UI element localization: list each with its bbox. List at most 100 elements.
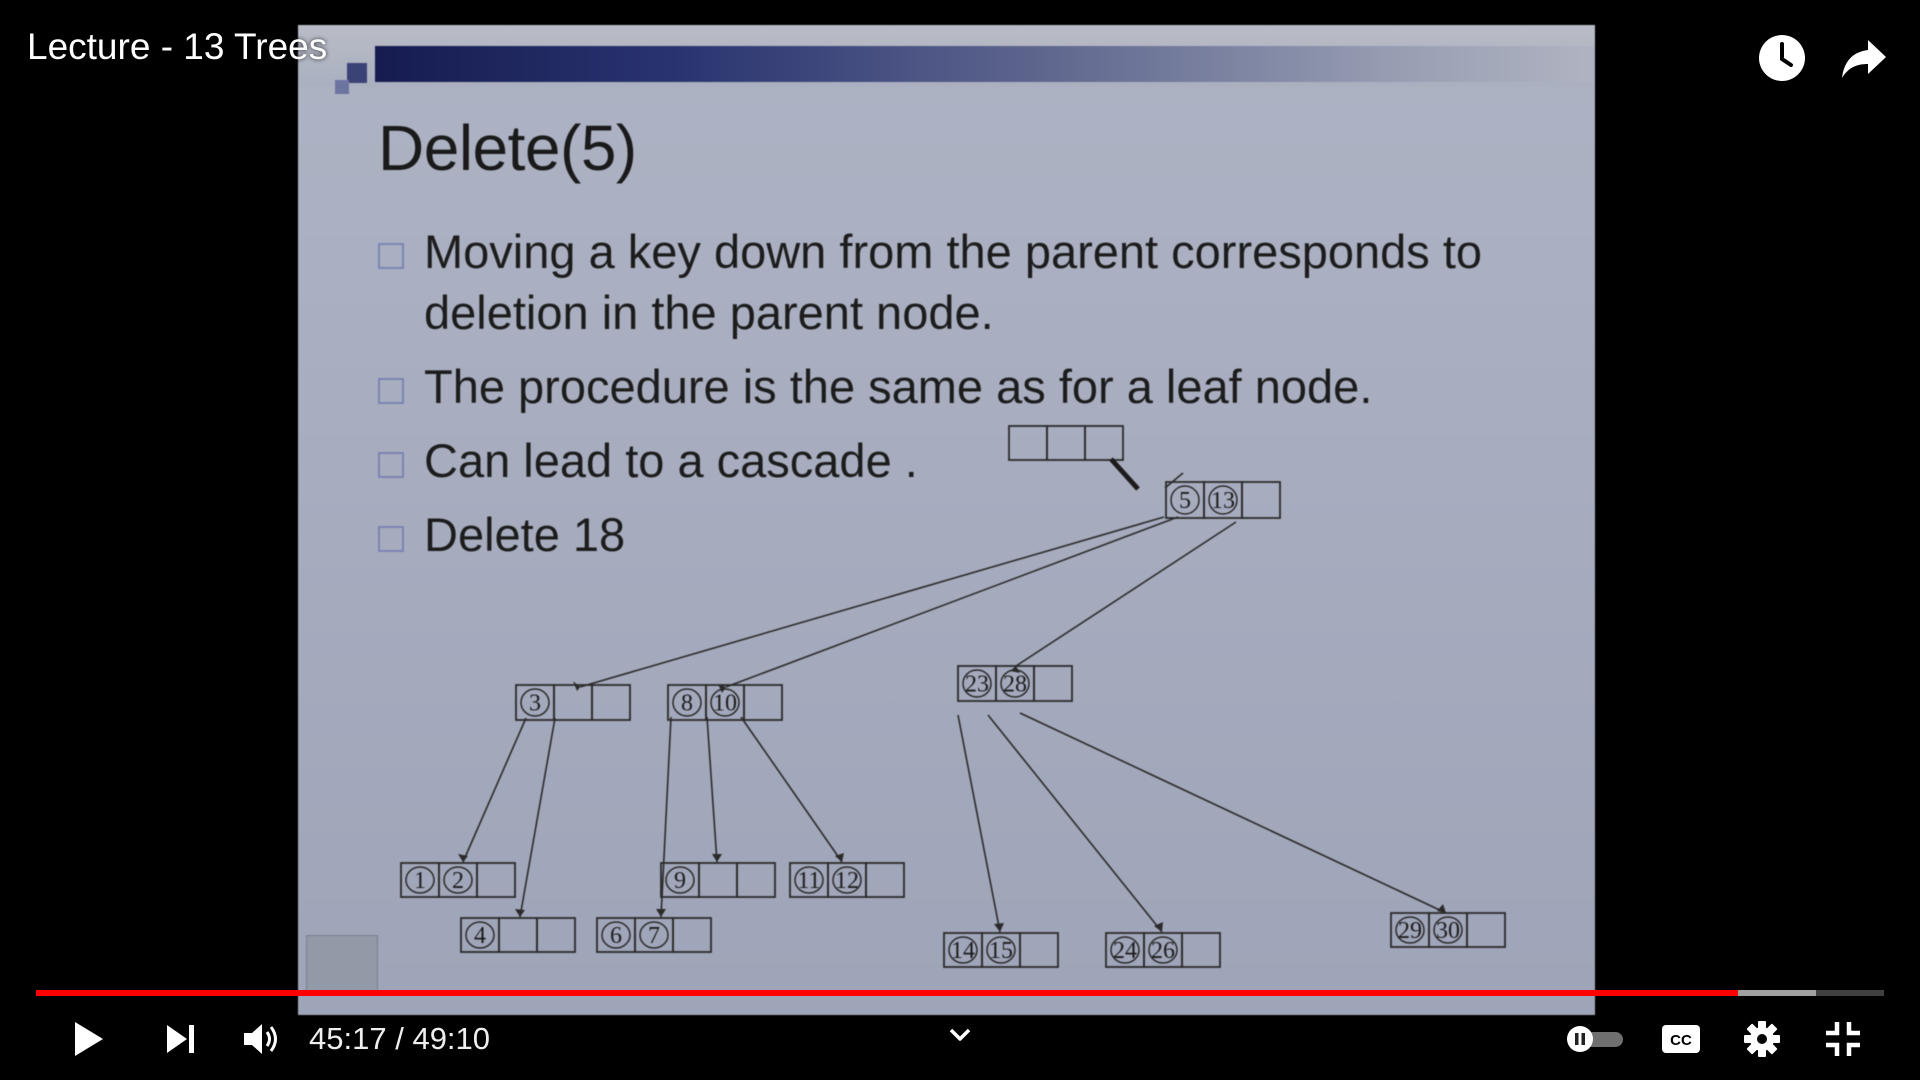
edge [957, 714, 1001, 933]
edge [1015, 521, 1237, 667]
node-cell [1181, 932, 1221, 968]
node-key: 5 [1179, 488, 1191, 514]
node-cell [498, 917, 538, 953]
node-key: 28 [1003, 672, 1027, 698]
node-key: 30 [1436, 918, 1460, 944]
chapters-button[interactable] [946, 1022, 974, 1048]
node-cell [1241, 481, 1281, 519]
edge [725, 516, 1179, 688]
exit-fullscreen-button[interactable] [1822, 1018, 1864, 1060]
node-cell [1466, 912, 1506, 948]
node-cell [736, 862, 776, 898]
node-cell [865, 862, 905, 898]
play-icon [75, 1022, 103, 1056]
node-key: 6 [610, 923, 622, 949]
gear-icon [1744, 1021, 1780, 1057]
node-key: 2 [452, 868, 464, 894]
pointer-arrow [1109, 457, 1140, 491]
node-key: 15 [989, 938, 1013, 964]
node-key: 3 [529, 691, 541, 717]
arrowhead [515, 909, 525, 917]
arrowhead [573, 681, 580, 691]
arrowhead [994, 923, 1004, 932]
leaf-node: 9 [660, 862, 776, 898]
node-cell [1019, 932, 1059, 968]
edge [1019, 712, 1447, 914]
node-cell [553, 684, 593, 721]
node-key: 9 [674, 868, 686, 894]
node-key: 23 [965, 672, 989, 698]
node-key: 8 [681, 691, 693, 717]
edge [740, 716, 843, 863]
progress-played [36, 990, 1738, 996]
node-key: 7 [648, 923, 660, 949]
node-cell [672, 917, 712, 953]
edge [579, 516, 1165, 688]
leaf-node: 4 [460, 917, 576, 953]
edge [462, 717, 527, 863]
clock-icon[interactable] [1756, 32, 1808, 84]
edge [660, 716, 672, 918]
node-cell [1033, 665, 1073, 702]
duration: 49:10 [412, 1021, 491, 1056]
arrowhead [712, 854, 722, 862]
node-key: 4 [474, 923, 486, 949]
next-button[interactable] [160, 1018, 202, 1060]
edge [706, 716, 718, 863]
edge [519, 717, 556, 918]
mute-button[interactable] [240, 1018, 282, 1060]
autoplay-toggle[interactable] [1563, 1024, 1627, 1054]
edge-arrowheads [458, 666, 1446, 932]
leaf-node: 29 30 [1390, 912, 1506, 948]
current-time: 45:17 [309, 1021, 387, 1056]
settings-button[interactable] [1741, 1018, 1783, 1060]
node-cell [698, 862, 738, 898]
edge [987, 714, 1163, 933]
leaf-node: 12 [400, 862, 516, 898]
node-key: 14 [951, 938, 975, 964]
leaf-node: 11 12 [789, 862, 905, 898]
arrowhead [656, 909, 666, 917]
node-key: 24 [1113, 938, 1137, 964]
leaf-node: 14 15 [943, 932, 1059, 968]
tree-nodes: 5 133 8 1023 281 24 6 79 11 1214 15 24 2629 30 [400, 425, 1506, 968]
tree-edges [462, 472, 1447, 933]
node-key: 1 [414, 868, 426, 894]
time-display: 45:17 / 49:10 [309, 1021, 490, 1057]
node-cell [536, 917, 576, 953]
node-cell [476, 862, 516, 898]
exit-fullscreen-icon [1826, 1022, 1860, 1056]
node-key: 26 [1151, 938, 1175, 964]
captions-button[interactable]: CC [1660, 1022, 1702, 1056]
node-cell [1084, 425, 1124, 461]
captions-icon: CC [1662, 1025, 1700, 1053]
b-tree-diagram: 5 133 8 1023 281 24 6 79 11 1214 15 24 2629 30 [400, 425, 1506, 968]
video-player[interactable]: Delete(5) Moving a key down from the par… [0, 0, 1920, 1080]
chevron-down-icon [949, 1028, 971, 1041]
progress-bar[interactable] [36, 990, 1884, 996]
node-key: 13 [1211, 488, 1235, 514]
leaf-node: 24 26 [1105, 932, 1221, 968]
node-key: 12 [835, 868, 859, 894]
volume-icon [244, 1024, 277, 1054]
video-frame-slide: Delete(5) Moving a key down from the par… [298, 25, 1595, 1015]
node-key: 11 [797, 868, 820, 894]
node-key: 10 [713, 691, 737, 717]
internal-node: 23 28 [957, 665, 1073, 702]
arrowhead [1437, 904, 1446, 913]
node-cell [1046, 425, 1086, 461]
edge [1164, 472, 1184, 489]
node-key: 29 [1398, 918, 1422, 944]
video-title[interactable]: Lecture - 13 Trees [27, 26, 327, 68]
slide-corner-graphic [306, 935, 378, 995]
node-cell [1008, 425, 1048, 461]
node-cell [591, 684, 631, 721]
svg-text:CC: CC [1670, 1032, 1692, 1049]
next-icon [167, 1025, 194, 1053]
play-button[interactable] [66, 1016, 112, 1062]
time-separator: / [395, 1021, 404, 1056]
root-node: 5 13 [1165, 481, 1281, 519]
share-icon[interactable] [1838, 32, 1890, 84]
leaf-node: 67 [596, 917, 712, 953]
node-cell [743, 684, 783, 721]
